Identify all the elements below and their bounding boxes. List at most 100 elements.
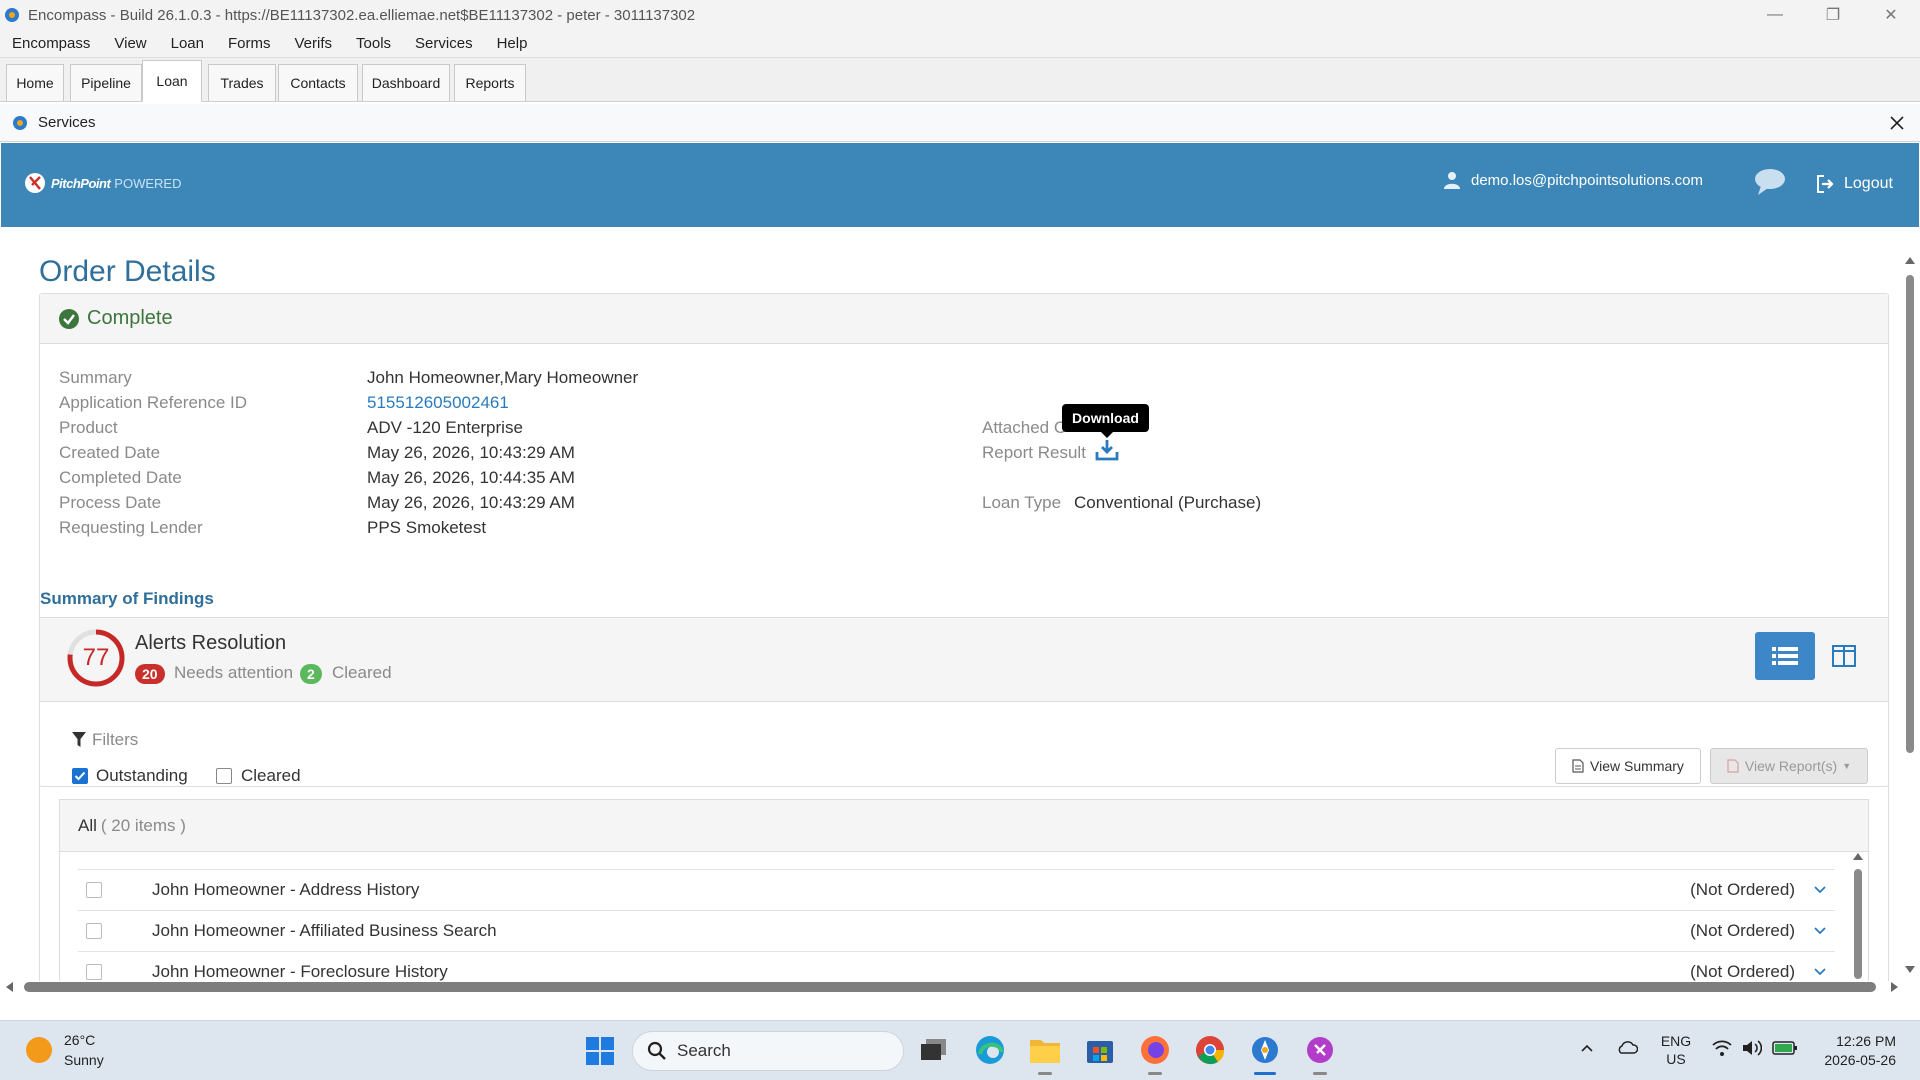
list-view-button[interactable]: [1755, 632, 1815, 680]
weather-description[interactable]: Sunny: [64, 1052, 104, 1068]
value-completed-date: May 26, 2026, 10:44:35 AM: [367, 468, 575, 487]
outstanding-checkbox[interactable]: [72, 768, 88, 784]
tab-contacts[interactable]: Contacts: [278, 64, 358, 101]
close-window-button[interactable]: ✕: [1862, 0, 1920, 30]
horizontal-scrollbar[interactable]: [4, 980, 1900, 994]
snipping-tool-icon[interactable]: [1303, 1033, 1337, 1067]
volume-icon[interactable]: [1742, 1039, 1762, 1057]
view-summary-button[interactable]: View Summary: [1555, 748, 1701, 784]
scroll-left-arrow[interactable]: [6, 982, 13, 992]
row-checkbox[interactable]: [86, 882, 102, 898]
checkmark-icon: [74, 771, 86, 781]
scroll-thumb[interactable]: [24, 982, 1876, 992]
file-explorer-icon[interactable]: [1028, 1033, 1062, 1067]
alerts-resolution-header: 77 Alerts Resolution 20 Needs attention …: [40, 618, 1888, 702]
chrome-icon[interactable]: [1193, 1033, 1227, 1067]
weather-temperature[interactable]: 26°C: [64, 1032, 95, 1048]
items-count: ( 20 items ): [100, 815, 186, 835]
windows-start-icon[interactable]: [586, 1037, 614, 1065]
firefox-icon[interactable]: [1138, 1033, 1172, 1067]
taskbar: 26°C Sunny Search ENG US 12:26 PM 2026-0…: [0, 1020, 1920, 1080]
chat-icon[interactable]: [1753, 167, 1787, 197]
running-indicator: [1148, 1072, 1162, 1075]
input-language[interactable]: ENG US: [1660, 1032, 1692, 1068]
store-icon[interactable]: [1083, 1033, 1117, 1067]
tab-trades[interactable]: Trades: [208, 64, 276, 101]
all-label: All: [78, 815, 97, 835]
row-checkbox[interactable]: [86, 964, 102, 980]
document-icon: [1572, 759, 1584, 773]
download-icon[interactable]: [1095, 439, 1119, 461]
chevron-down-icon[interactable]: [1813, 885, 1827, 895]
filters-label: Filters: [72, 730, 138, 750]
active-app-indicator: [1254, 1072, 1276, 1075]
column-view-button[interactable]: [1830, 642, 1858, 670]
download-tooltip: Download: [1062, 404, 1149, 432]
tab-dashboard[interactable]: Dashboard: [362, 64, 450, 101]
items-vertical-scrollbar[interactable]: [1851, 851, 1865, 979]
task-view-icon[interactable]: [917, 1033, 951, 1067]
menu-services[interactable]: Services: [403, 30, 485, 58]
window-title-bar: Encompass - Build 26.1.0.3 - https://BE1…: [0, 0, 1920, 30]
list-item[interactable]: John Homeowner - Address History (Not Or…: [78, 869, 1835, 910]
cleared-checkbox[interactable]: [216, 768, 232, 784]
taskbar-search[interactable]: Search: [632, 1031, 904, 1071]
lang-top: ENG: [1660, 1033, 1692, 1049]
page-title: Order Details: [39, 255, 216, 288]
tray-chevron-up-icon[interactable]: [1580, 1043, 1594, 1053]
tab-pipeline[interactable]: Pipeline: [70, 64, 142, 101]
scroll-thumb[interactable]: [1906, 275, 1914, 753]
sun-icon[interactable]: [26, 1037, 52, 1063]
wifi-icon[interactable]: [1712, 1039, 1732, 1057]
row-checkbox[interactable]: [86, 923, 102, 939]
chevron-down-icon[interactable]: [1813, 967, 1827, 977]
menu-tools[interactable]: Tools: [344, 30, 403, 58]
filter-icon: [72, 732, 86, 748]
battery-icon[interactable]: [1772, 1040, 1798, 1056]
application-reference-link[interactable]: 515512605002461: [367, 393, 509, 413]
main-vertical-scrollbar[interactable]: [1903, 255, 1917, 975]
value-product: ADV -120 Enterprise: [367, 418, 523, 437]
scroll-thumb[interactable]: [1854, 869, 1862, 979]
cleared-badge: 2: [300, 664, 322, 684]
tab-reports[interactable]: Reports: [454, 64, 526, 101]
scroll-up-arrow[interactable]: [1905, 257, 1915, 264]
list-item[interactable]: John Homeowner - Foreclosure History (No…: [78, 951, 1835, 981]
view-summary-label: View Summary: [1590, 758, 1684, 774]
system-clock[interactable]: 12:26 PM 2026-05-26: [1818, 1032, 1896, 1070]
logout-label: Logout: [1844, 175, 1893, 192]
maximize-button[interactable]: ❐: [1804, 0, 1862, 30]
view-reports-button[interactable]: View Report(s) ▼: [1710, 748, 1868, 784]
minimize-button[interactable]: —: [1746, 0, 1804, 30]
tab-loan[interactable]: Loan: [142, 60, 202, 102]
items-header: All ( 20 items ): [60, 800, 1868, 852]
encompass-taskbar-icon[interactable]: [1248, 1033, 1282, 1067]
view-reports-label: View Report(s): [1744, 758, 1838, 774]
list-item[interactable]: John Homeowner - Affiliated Business Sea…: [78, 910, 1835, 951]
services-bar: Services: [0, 104, 1920, 142]
scroll-up-arrow[interactable]: [1853, 853, 1863, 860]
menu-verifs[interactable]: Verifs: [283, 30, 345, 58]
edge-browser-icon[interactable]: [973, 1033, 1007, 1067]
item-title: John Homeowner - Address History: [152, 880, 420, 899]
scroll-down-arrow[interactable]: [1905, 966, 1915, 973]
needs-attention-badge: 20: [135, 664, 165, 684]
logout-button[interactable]: Logout: [1816, 175, 1893, 193]
menu-help[interactable]: Help: [485, 30, 540, 58]
chevron-down-icon[interactable]: [1813, 926, 1827, 936]
brand-name: PitchPoint: [51, 175, 111, 191]
value-process-date: May 26, 2026, 10:43:29 AM: [367, 493, 575, 512]
tab-home[interactable]: Home: [6, 64, 64, 101]
menu-loan[interactable]: Loan: [159, 30, 216, 58]
scroll-right-arrow[interactable]: [1891, 982, 1898, 992]
clock-date: 2026-05-26: [1824, 1052, 1896, 1068]
user-account[interactable]: demo.los@pitchpointsolutions.com: [1443, 171, 1703, 189]
menu-forms[interactable]: Forms: [216, 30, 283, 58]
menu-view[interactable]: View: [102, 30, 158, 58]
list-icon: [1772, 647, 1798, 665]
label-report-result: Report Result: [982, 443, 1086, 462]
menu-encompass[interactable]: Encompass: [0, 30, 102, 58]
onedrive-cloud-icon[interactable]: [1616, 1039, 1638, 1055]
value-requesting-lender: PPS Smoketest: [367, 518, 487, 537]
close-services-button[interactable]: [1884, 110, 1910, 136]
